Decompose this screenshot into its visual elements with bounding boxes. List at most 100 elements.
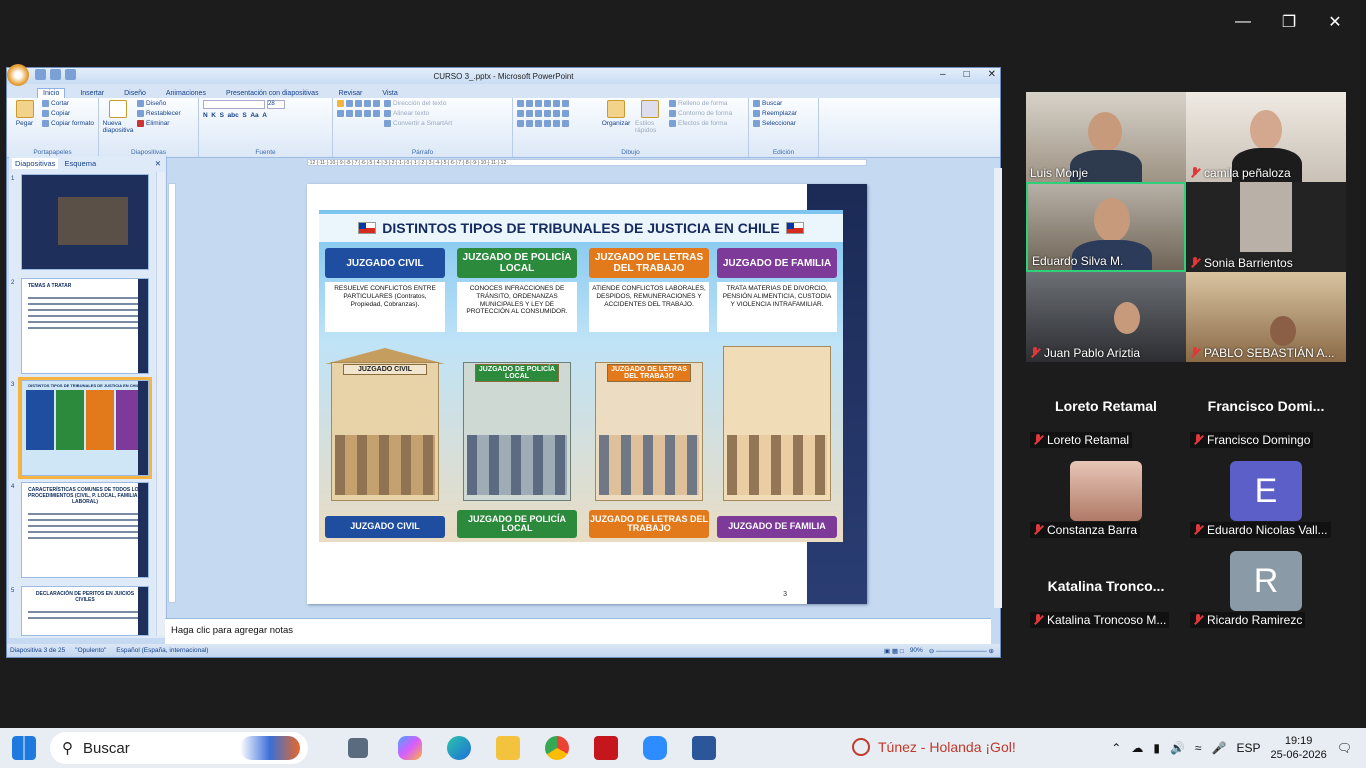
tab-diseno[interactable]: Diseño <box>119 89 151 98</box>
delete-slide-button[interactable]: Eliminar <box>137 120 181 127</box>
network-icon[interactable]: ☁ <box>1131 741 1143 755</box>
smartart-icon <box>384 120 391 127</box>
slides-scrollbar[interactable] <box>156 172 165 636</box>
cut-button[interactable]: Cortar <box>42 100 94 107</box>
ppt-minimize-icon[interactable]: – <box>940 69 946 80</box>
font-name-select[interactable] <box>203 100 265 109</box>
view-buttons[interactable]: ▣ ▦ □ <box>884 647 904 655</box>
tab-diapositivas[interactable]: Diapositivas <box>12 157 59 169</box>
file-explorer-icon[interactable] <box>496 736 520 760</box>
input-language[interactable]: ESP <box>1236 741 1260 755</box>
replace-button[interactable]: Reemplazar <box>753 110 797 117</box>
clock[interactable]: 19:19 25-06-2026 <box>1270 734 1326 762</box>
shape-fill-button[interactable]: Relleno de forma <box>669 100 732 107</box>
participant-name[interactable]: Francisco Domingo <box>1190 432 1314 448</box>
slide-thumbnail-1[interactable] <box>21 174 149 270</box>
notes-pane[interactable]: Haga clic para agregar notas <box>165 618 991 644</box>
binoculars-icon <box>753 100 760 107</box>
tab-animaciones[interactable]: Animaciones <box>161 89 211 98</box>
office-button-icon[interactable] <box>7 64 29 86</box>
battery-icon[interactable]: ▮ <box>1153 741 1160 755</box>
quick-styles-button[interactable]: Estilos rápidos <box>635 100 665 155</box>
shapes-gallery[interactable] <box>517 100 597 155</box>
find-button[interactable]: Buscar <box>753 100 797 107</box>
windows-start-icon[interactable] <box>12 736 36 760</box>
copilot-icon[interactable] <box>398 736 422 760</box>
word-icon[interactable] <box>692 736 716 760</box>
chevron-up-icon[interactable]: ⌃ <box>1111 741 1121 755</box>
video-tile[interactable]: Luis Monje <box>1026 92 1186 182</box>
save-icon[interactable] <box>35 69 46 80</box>
copy-icon <box>42 110 49 117</box>
language-status[interactable]: Español (España, internacional) <box>116 647 208 654</box>
news-widget[interactable]: Túnez - Holanda ¡Gol! <box>852 738 1016 756</box>
select-button[interactable]: Seleccionar <box>753 120 797 127</box>
slide-thumbnail-3[interactable]: DISTINTOS TIPOS DE TRIBUNALES DE JUSTICI… <box>18 377 152 479</box>
notification-icon[interactable]: 🗨 <box>1337 741 1352 755</box>
shape-effects-button[interactable]: Efectos de forma <box>669 120 732 127</box>
participant-name[interactable]: Ricardo Ramirezc <box>1190 612 1306 628</box>
tab-insertar[interactable]: Insertar <box>75 89 109 98</box>
participant-name[interactable]: Eduardo Nicolas Vall... <box>1190 522 1331 538</box>
format-painter-button[interactable]: Copiar formato <box>42 120 94 127</box>
paste-button[interactable]: Pegar <box>11 100 38 155</box>
infographic: DISTINTOS TIPOS DE TRIBUNALES DE JUSTICI… <box>319 210 843 542</box>
zoom-slider[interactable]: ⊖ ─────────── ⊕ <box>929 647 994 655</box>
font-size-select[interactable]: 28 <box>267 100 285 109</box>
ppt-close-icon[interactable]: ✕ <box>988 69 996 80</box>
restore-icon[interactable]: ❐ <box>1266 8 1312 36</box>
slide-thumbnail-2[interactable]: TEMAS A TRATAR <box>21 278 149 374</box>
shape-outline-button[interactable]: Contorno de forma <box>669 110 732 117</box>
ppt-restore-icon[interactable]: □ <box>964 69 970 80</box>
acrobat-icon[interactable] <box>594 736 618 760</box>
font-format-buttons[interactable]: N K S abc S Aa A <box>203 112 285 119</box>
tab-inicio[interactable]: Inicio <box>37 88 66 98</box>
participant-name[interactable]: Constanza Barra <box>1030 522 1141 538</box>
tab-presentacion[interactable]: Presentación con diapositivas <box>221 89 324 98</box>
participant-name[interactable]: Loreto Retamal <box>1030 432 1133 448</box>
ppt-title: CURSO 3_.pptx - Microsoft PowerPoint <box>433 71 574 81</box>
copy-button[interactable]: Copiar <box>42 110 94 117</box>
tab-vista[interactable]: Vista <box>377 89 402 98</box>
video-tile[interactable]: camila peñaloza <box>1186 92 1346 182</box>
slide-number: 3 <box>783 591 787 598</box>
video-tile[interactable]: Juan Pablo Ariztia <box>1026 272 1186 362</box>
bullet-buttons[interactable] <box>337 100 380 107</box>
smartart-button[interactable]: Convertir a SmartArt <box>384 120 452 127</box>
building-sign: JUZGADO DE POLICÍA LOCAL <box>475 364 559 382</box>
zoom-app-icon[interactable] <box>643 736 667 760</box>
taskbar-search[interactable]: ⚲ Buscar <box>50 732 308 764</box>
volume-icon[interactable]: 🔊 <box>1170 741 1185 755</box>
wifi-icon[interactable]: ≈ <box>1195 741 1202 755</box>
layout-button[interactable]: Diseño <box>137 100 181 107</box>
editor-scrollbar[interactable] <box>993 168 1002 608</box>
slide-thumbnail-4[interactable]: CARACTERÍSTICAS COMUNES DE TODOS LOS PRO… <box>21 482 149 578</box>
redo-icon[interactable] <box>65 69 76 80</box>
participant-name[interactable]: Katalina Troncoso M... <box>1030 612 1170 628</box>
edge-icon[interactable] <box>447 736 471 760</box>
chrome-icon[interactable] <box>545 736 569 760</box>
align-buttons[interactable] <box>337 110 380 117</box>
tab-esquema[interactable]: Esquema <box>64 159 96 168</box>
zoom-level[interactable]: 90% <box>910 647 923 654</box>
tab-revisar[interactable]: Revisar <box>334 89 368 98</box>
close-icon[interactable]: ✕ <box>1312 8 1358 36</box>
reset-button[interactable]: Restablecer <box>137 110 181 117</box>
new-slide-button[interactable]: Nueva diapositiva <box>103 100 133 155</box>
minimize-icon[interactable]: — <box>1220 8 1266 36</box>
muted-mic-icon <box>1190 167 1200 179</box>
video-tile-active-speaker[interactable]: Eduardo Silva M. <box>1026 182 1186 272</box>
video-tile[interactable]: Sonia Barrientos <box>1186 182 1346 272</box>
slide-thumbnail-5[interactable]: DECLARACIÓN DE PERITOS EN JUICIOS CIVILE… <box>21 586 149 636</box>
current-slide[interactable]: DISTINTOS TIPOS DE TRIBUNALES DE JUSTICI… <box>307 184 867 604</box>
align-text-button[interactable]: Alinear texto <box>384 110 452 117</box>
mic-icon[interactable]: 🎤 <box>1212 741 1227 755</box>
ribbon-tabs: Inicio Insertar Diseño Animaciones Prese… <box>7 84 1000 98</box>
close-pane-icon[interactable]: ✕ <box>155 159 161 168</box>
group-paragraph: Dirección del texto Alinear texto Conver… <box>333 98 513 157</box>
undo-icon[interactable] <box>50 69 61 80</box>
video-tile[interactable]: PABLO SEBASTIÁN A... <box>1186 272 1346 362</box>
arrange-button[interactable]: Organizar <box>601 100 631 155</box>
text-direction-button[interactable]: Dirección del texto <box>384 100 452 107</box>
task-view-icon[interactable] <box>348 738 368 758</box>
